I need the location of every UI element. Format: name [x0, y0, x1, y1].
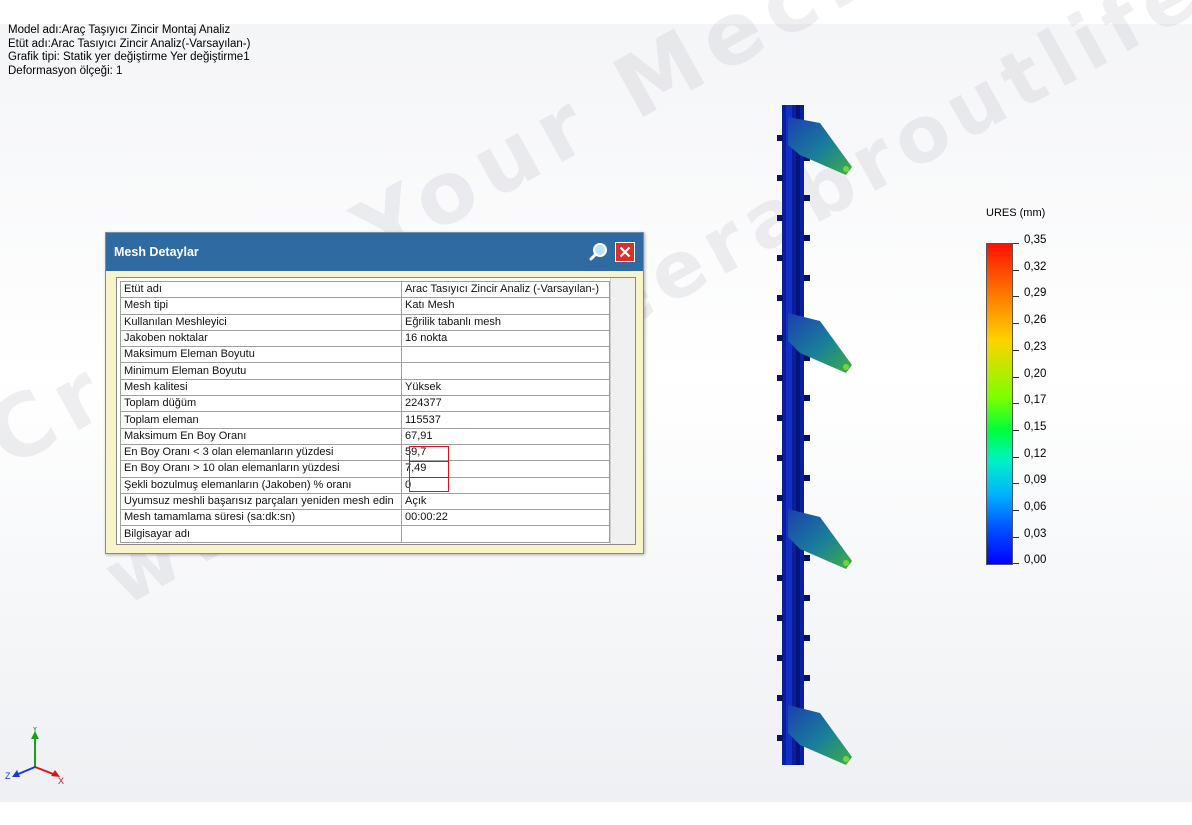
- legend-tick: [1013, 349, 1019, 351]
- legend-tick: [1013, 323, 1019, 325]
- close-icon[interactable]: [615, 242, 635, 262]
- row-label: En Boy Oranı < 3 olan elemanların yüzdes…: [120, 443, 402, 462]
- table-row[interactable]: En Boy Oranı > 10 olan elemanların yüzde…: [120, 460, 610, 478]
- row-label: Toplam eleman: [120, 411, 402, 429]
- table-row[interactable]: Mesh kalitesi Yüksek: [120, 378, 610, 397]
- table-row[interactable]: Şekli bozulmuş elemanların (Jakoben) % o…: [120, 476, 610, 494]
- row-label: Etüt adı: [120, 280, 402, 299]
- legend-tick-label: 0,06: [1024, 501, 1047, 513]
- row-value: 00:00:22: [401, 509, 610, 527]
- deformation-scale: Deformasyon ölçeği: 1: [8, 64, 123, 77]
- dialog-titlebar[interactable]: Mesh Detaylar: [106, 233, 643, 271]
- row-label: Toplam düğüm: [120, 395, 402, 413]
- table-scrollbar[interactable]: [610, 278, 635, 544]
- row-value: Katı Mesh: [401, 297, 610, 315]
- legend-tick-label: 0,00: [1024, 554, 1047, 567]
- row-value: [401, 525, 610, 543]
- legend-tick-label: 0,09: [1024, 474, 1047, 487]
- legend-tick-label: 0,26: [1024, 314, 1047, 327]
- row-value: Yüksek: [401, 378, 610, 397]
- row-value: 67,91: [401, 427, 610, 445]
- legend-tick: [1013, 483, 1019, 485]
- legend-tick-label: 0,15: [1024, 420, 1047, 433]
- legend-tick-label: 0,20: [1024, 367, 1047, 380]
- legend-color-bar: [986, 243, 1013, 565]
- row-value: 0: [401, 476, 610, 494]
- mesh-details-table: Etüt adı Arac Tasıyıcı Zincir Analiz (-Va…: [116, 277, 636, 545]
- legend-title: URES (mm): [986, 207, 1046, 219]
- model-name: Model adı:Araç Taşıyıcı Zincir Montaj An…: [8, 24, 231, 36]
- row-value: 224377: [401, 395, 610, 413]
- row-label: Bilgisayar adı: [120, 525, 402, 543]
- plot-type: Grafik tipi: Statik yer değiştirme Yer d…: [8, 51, 250, 63]
- row-value: Açık: [401, 492, 610, 511]
- legend-tick-label: 0,23: [1024, 340, 1047, 353]
- magnifier-icon[interactable]: [589, 242, 609, 262]
- legend-tick-label: 0,12: [1024, 447, 1047, 460]
- table-row[interactable]: Toplam düğüm 224377: [120, 395, 610, 413]
- row-value: Eğrilik tabanlı mesh: [401, 313, 610, 331]
- row-label: Mesh kalitesi: [120, 378, 402, 397]
- legend-tick: [1013, 510, 1019, 511]
- row-value: [401, 346, 610, 364]
- row-label: Minimum Eleman Boyutu: [120, 362, 402, 380]
- row-value: 115537: [401, 411, 610, 429]
- row-value: [401, 362, 610, 380]
- table-row[interactable]: Jakoben noktalar 16 nokta: [120, 329, 610, 348]
- row-value: 7,49: [401, 460, 610, 478]
- table-row[interactable]: Bilgisayar adı: [120, 525, 610, 543]
- legend-tick-label: 0,17: [1024, 394, 1047, 407]
- table-row[interactable]: Maksimum En Boy Oranı 67,91: [120, 427, 610, 445]
- row-label: Şekli bozulmuş elemanların (Jakoben) % o…: [120, 476, 402, 494]
- row-label: Maksimum Eleman Boyutu: [120, 346, 402, 364]
- legend-tick-label: 0,29: [1024, 287, 1047, 300]
- table-row[interactable]: Minimum Eleman Boyutu: [120, 362, 610, 380]
- legend-tick: [1013, 456, 1019, 458]
- row-value: 16 nokta: [401, 329, 610, 348]
- legend-tick: [1013, 429, 1019, 431]
- dialog-title: Mesh Detaylar: [114, 245, 199, 259]
- legend-tick: [1013, 563, 1019, 565]
- legend-tick: [1013, 536, 1019, 538]
- triad-x-label: X: [58, 776, 64, 785]
- table-row[interactable]: Etüt adı Arac Tasıyıcı Zincir Analiz (-Va…: [120, 280, 610, 299]
- table-row[interactable]: Maksimum Eleman Boyutu: [120, 346, 610, 364]
- table-row[interactable]: Mesh tamamlama süresi (sa:dk:sn) 00:00:22: [120, 509, 610, 527]
- plot-header-info: Model adı:Araç Taşıyıcı Zincir Montaj An…: [8, 24, 250, 78]
- table-row[interactable]: Toplam eleman 115537: [120, 411, 610, 429]
- table-row[interactable]: Uyumsuz meshli başarısız parçaları yenid…: [120, 492, 610, 511]
- table-row[interactable]: Kullanılan Meshleyici Eğrilik tabanlı mes…: [120, 313, 610, 331]
- legend-tick: [1013, 243, 1019, 244]
- legend-tick: [1013, 376, 1019, 378]
- row-label: Mesh tamamlama süresi (sa:dk:sn): [120, 509, 402, 527]
- row-value: Arac Tasıyıcı Zincir Analiz (-Varsayılan…: [401, 280, 610, 299]
- row-label: Uyumsuz meshli başarısız parçaları yenid…: [120, 492, 402, 511]
- row-label: Maksimum En Boy Oranı: [120, 427, 402, 445]
- row-value: 59,7: [401, 443, 610, 462]
- row-label: Mesh tipi: [120, 297, 402, 315]
- chain-assembly-model[interactable]: [760, 95, 880, 775]
- legend-tick: [1013, 296, 1019, 298]
- legend-tick-label: 0,32: [1024, 260, 1047, 273]
- row-label: Kullanılan Meshleyici: [120, 313, 402, 331]
- table-row[interactable]: En Boy Oranı < 3 olan elemanların yüzdes…: [120, 443, 610, 462]
- table-row[interactable]: Mesh tipi Katı Mesh: [120, 297, 610, 315]
- mesh-details-dialog: Mesh Detaylar Etüt adı Arac Tasıyıcı Zinc…: [105, 232, 644, 554]
- legend-tick: [1013, 269, 1019, 271]
- legend-tick-label: 0,03: [1024, 527, 1047, 540]
- legend-tick: [1013, 403, 1019, 405]
- row-label: Jakoben noktalar: [120, 329, 402, 348]
- study-name: Etüt adı:Arac Tasıyıcı Zincir Analiz(-Va…: [8, 37, 251, 50]
- axis-triad-icon: Y X Z: [5, 727, 64, 785]
- row-label: En Boy Oranı > 10 olan elemanların yüzde…: [120, 460, 402, 478]
- triad-z-label: Z: [5, 771, 11, 781]
- legend-tick-label: 0,35: [1024, 234, 1047, 246]
- triad-y-label: Y: [32, 727, 38, 734]
